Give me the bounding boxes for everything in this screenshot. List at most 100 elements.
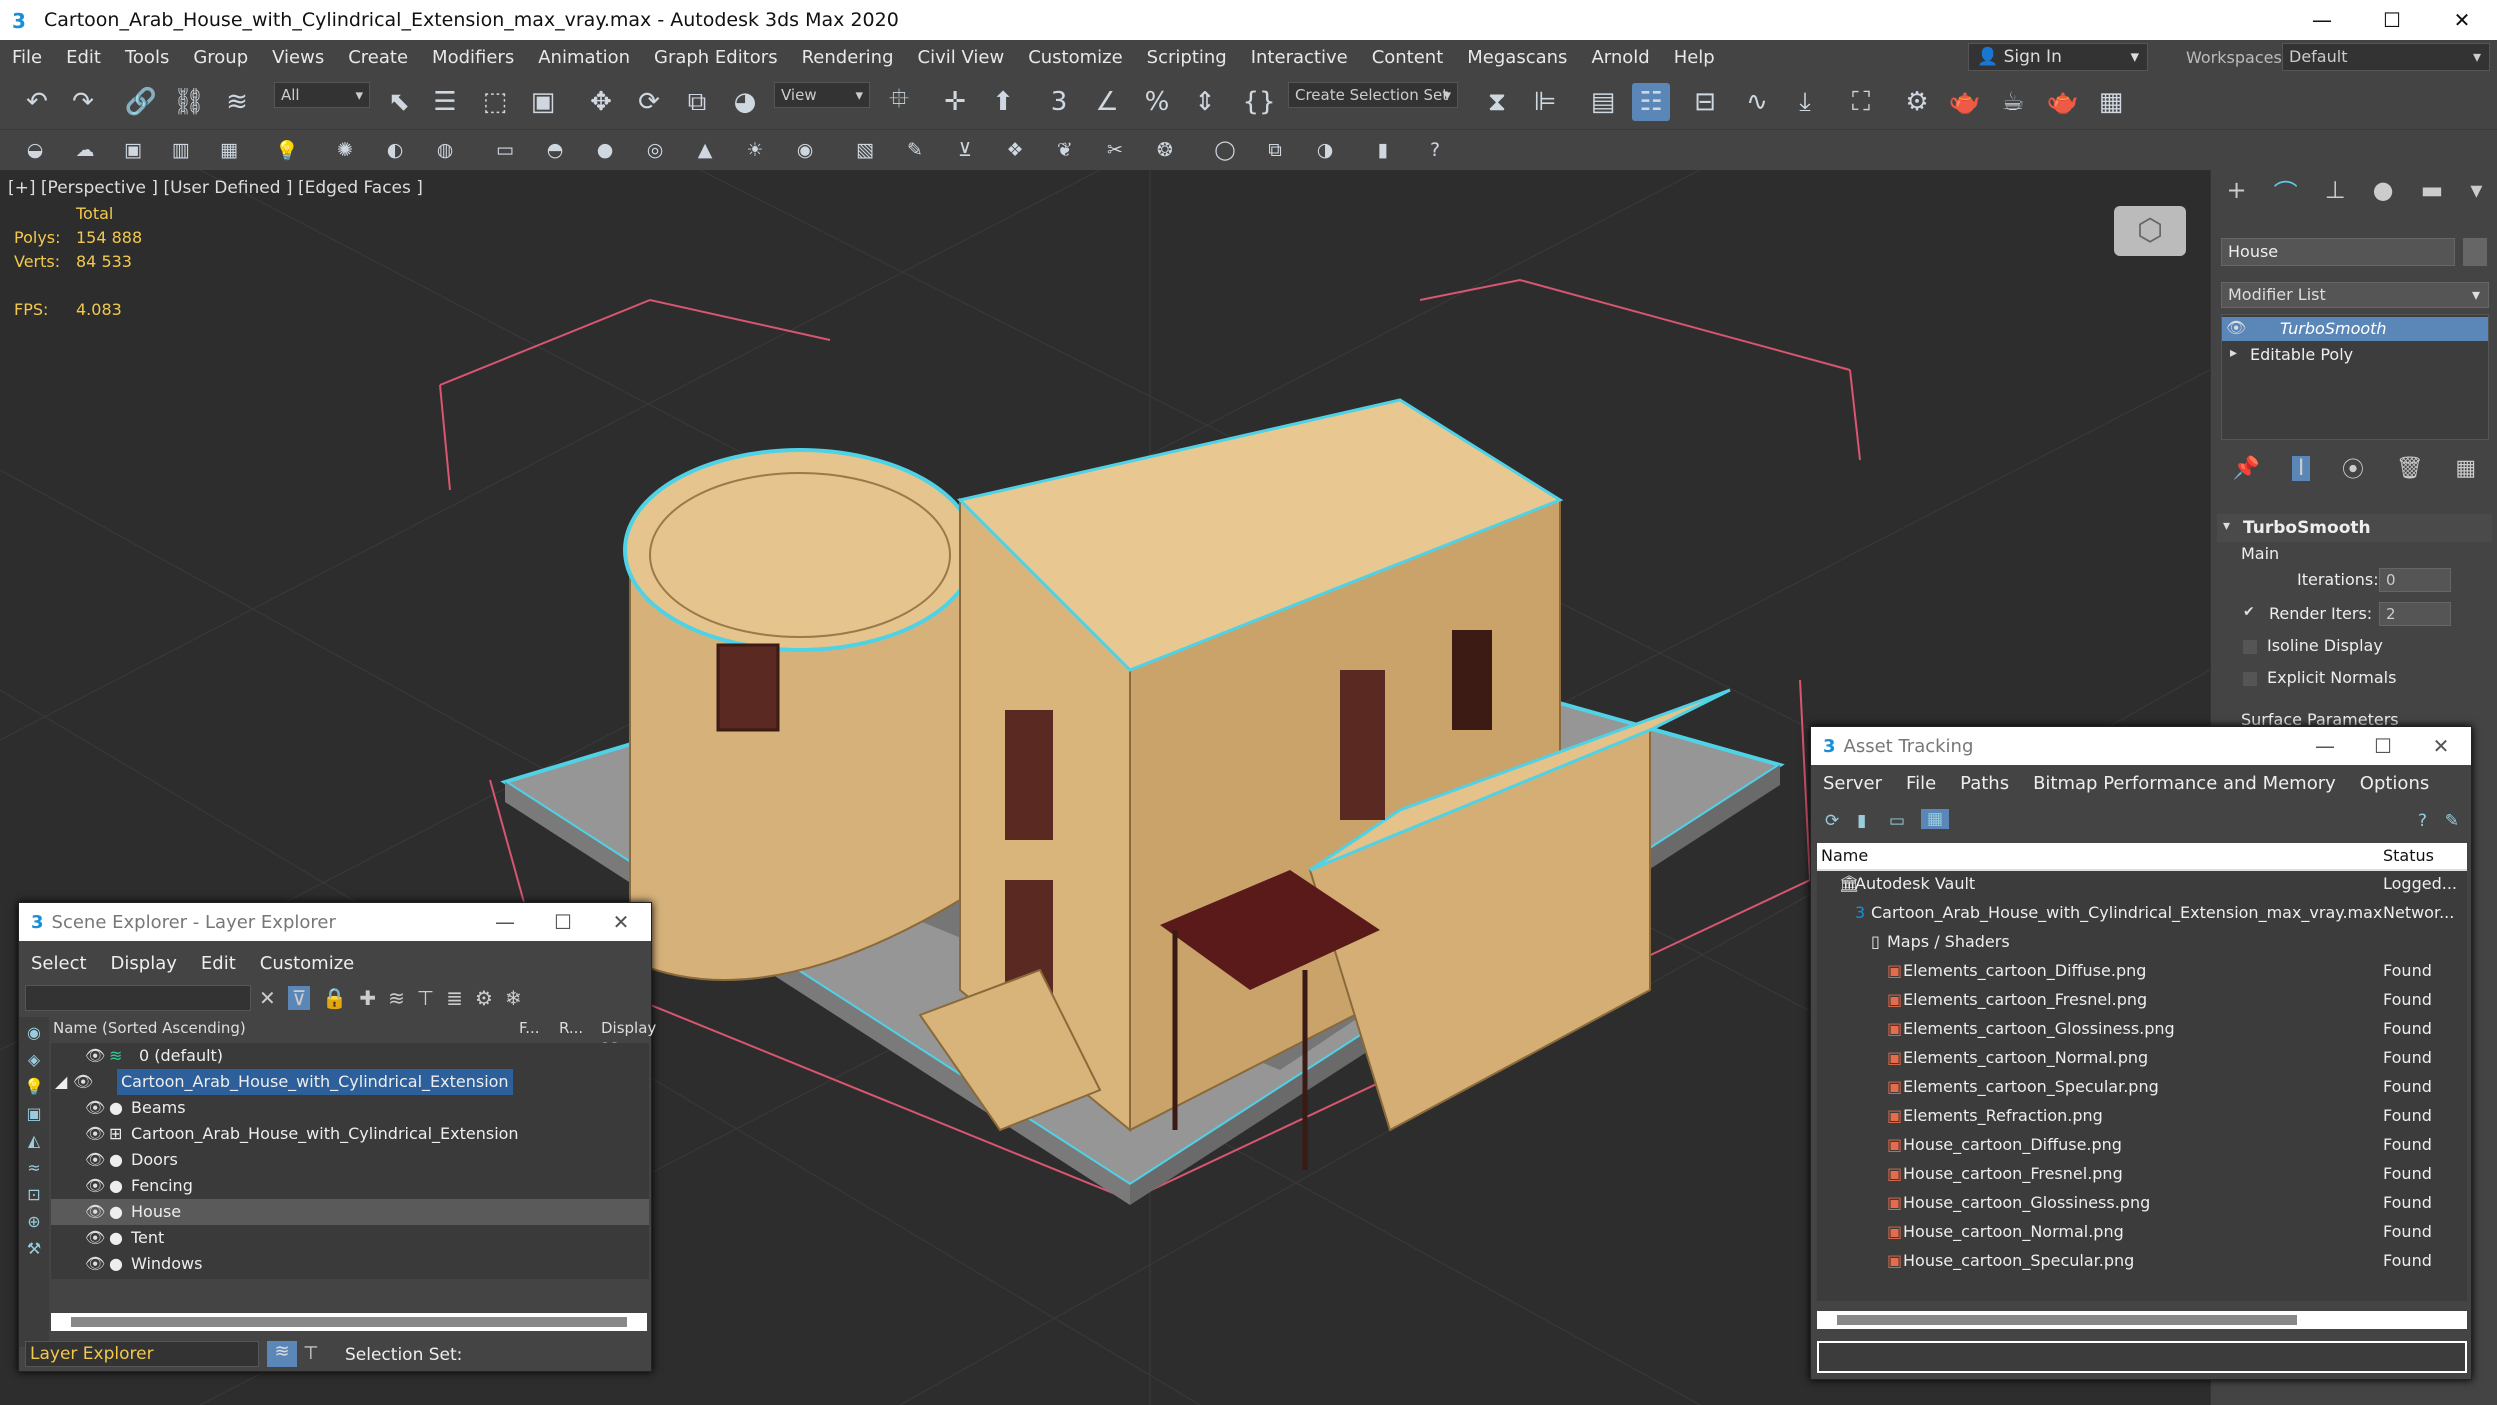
- close-button[interactable]: ✕: [2427, 0, 2497, 40]
- spinner-snap-icon[interactable]: ⇕: [1186, 83, 1224, 121]
- spacewarps-filter-icon[interactable]: ≈: [27, 1158, 40, 1177]
- remove-modifier-icon[interactable]: 🗑: [2396, 456, 2424, 481]
- eye-icon[interactable]: 👁: [85, 1043, 105, 1069]
- keyboard-shortcut-icon[interactable]: ⬆: [984, 83, 1022, 121]
- turbosmooth-rollout-header[interactable]: ▾ TurboSmooth: [2217, 514, 2492, 542]
- eye-icon[interactable]: 👁: [2226, 318, 2246, 337]
- expand-arrow-icon[interactable]: ▸: [2230, 345, 2237, 361]
- angle-snap-icon[interactable]: ∠: [1088, 83, 1126, 121]
- align-icon[interactable]: ⊫: [1526, 83, 1564, 121]
- sign-in-dropdown[interactable]: 👤 Sign In ▾: [1968, 43, 2148, 71]
- asset-row[interactable]: ▣ Elements_cartoon_Diffuse.png Found: [1817, 958, 2467, 984]
- toggle-ribbon-icon[interactable]: ⊟: [1686, 83, 1724, 121]
- horizontal-scrollbar[interactable]: [51, 1313, 647, 1331]
- display-tab-icon[interactable]: ▬: [2421, 176, 2444, 204]
- dimension-icon[interactable]: ⊻: [950, 135, 980, 165]
- asset-row[interactable]: ▣ Elements_cartoon_Fresnel.png Found: [1817, 987, 2467, 1013]
- lens-icon[interactable]: ✂: [1100, 135, 1130, 165]
- eye-icon[interactable]: 👁: [85, 1147, 105, 1173]
- eye-icon[interactable]: 👁: [85, 1095, 105, 1121]
- lights-filter-icon[interactable]: 💡: [24, 1077, 44, 1096]
- select-object-icon[interactable]: ⬉: [380, 83, 418, 121]
- menu-animation[interactable]: Animation: [526, 47, 642, 68]
- rect-selection-icon[interactable]: ⬚: [476, 83, 514, 121]
- asset-tracking-titlebar[interactable]: 3 Asset Tracking — ☐ ✕: [1811, 727, 2471, 765]
- asset-row[interactable]: ▣ Elements_cartoon_Normal.png Found: [1817, 1045, 2467, 1071]
- object-row-selected[interactable]: 👁 ● House: [51, 1199, 649, 1225]
- viewcube-icon[interactable]: ⬡: [2114, 206, 2186, 256]
- menu-customize[interactable]: Customize: [248, 953, 366, 974]
- render-setup-icon[interactable]: ⚙: [1898, 83, 1936, 121]
- create-tab-icon[interactable]: +: [2227, 176, 2247, 204]
- stack-icon[interactable]: ≣: [446, 986, 463, 1010]
- explorer-type-dropdown[interactable]: Layer Explorer: [25, 1341, 259, 1367]
- scene-explorer-titlebar[interactable]: 3 Scene Explorer - Layer Explorer — ☐ ✕: [19, 903, 651, 941]
- menu-tools[interactable]: Tools: [113, 47, 181, 68]
- toggle-layer-explorer-icon[interactable]: ☷: [1632, 83, 1670, 121]
- asset-row[interactable]: ▣ Elements_cartoon_Specular.png Found: [1817, 1074, 2467, 1100]
- object-row[interactable]: 👁 ⊞ Cartoon_Arab_House_with_Cylindrical_Ex…: [51, 1121, 649, 1147]
- iterations-spinner[interactable]: 0: [2379, 568, 2451, 592]
- cameras-filter-icon[interactable]: ▣: [26, 1104, 41, 1123]
- help-icon[interactable]: ?: [1420, 135, 1450, 165]
- select-manipulate-icon[interactable]: ✛: [936, 83, 974, 121]
- list-view-icon[interactable]: ▮: [1857, 811, 1866, 831]
- asset-row[interactable]: ▣ Elements_cartoon_Glossiness.png Found: [1817, 1016, 2467, 1042]
- menu-civil-view[interactable]: Civil View: [906, 47, 1017, 68]
- column-renderable[interactable]: R...: [559, 1019, 583, 1037]
- help-icon[interactable]: ?: [2418, 811, 2427, 831]
- eye-icon[interactable]: 👁: [73, 1069, 93, 1095]
- minimize-button[interactable]: —: [2295, 727, 2355, 765]
- place-icon[interactable]: ◕: [726, 83, 764, 121]
- hierarchy-toggle-icon[interactable]: ⊤: [303, 1343, 319, 1364]
- eye-icon[interactable]: 👁: [85, 1121, 105, 1147]
- add-layer-icon[interactable]: ✚: [359, 986, 376, 1010]
- column-frozen[interactable]: F...: [519, 1019, 540, 1037]
- cone-icon[interactable]: ▲: [690, 135, 720, 165]
- groups-filter-icon[interactable]: ⊡: [27, 1185, 40, 1204]
- object-row[interactable]: 👁 ● Beams: [51, 1095, 649, 1121]
- explicit-normals-checkbox[interactable]: [2243, 672, 2257, 686]
- plane-icon[interactable]: ▭: [490, 135, 520, 165]
- menu-edit[interactable]: Edit: [189, 953, 248, 974]
- eye-icon[interactable]: 👁: [85, 1199, 105, 1225]
- freeze-icon[interactable]: ❄: [505, 986, 522, 1010]
- menu-megascans[interactable]: Megascans: [1455, 47, 1579, 68]
- select-by-name-icon[interactable]: ☰: [426, 83, 464, 121]
- cylinder-icon[interactable]: ▥: [166, 135, 196, 165]
- show-end-result-icon[interactable]: Ⅰ: [2291, 455, 2311, 481]
- object-row[interactable]: 👁 ● Doors: [51, 1147, 649, 1173]
- layer-row[interactable]: ◢ 👁 Cartoon_Arab_House_with_Cylindrical_Ex…: [51, 1069, 649, 1095]
- reference-coordinate-dropdown[interactable]: View ▾: [774, 82, 870, 108]
- filter-icon[interactable]: ⊽: [287, 986, 311, 1010]
- object-row[interactable]: 👁 ● Fencing: [51, 1173, 649, 1199]
- box-icon[interactable]: ▣: [118, 135, 148, 165]
- material-editor-icon[interactable]: ⛶: [1842, 83, 1880, 121]
- sphere-icon[interactable]: ◒: [20, 135, 50, 165]
- sun-icon[interactable]: ☀: [740, 135, 770, 165]
- asset-row[interactable]: 3 Cartoon_Arab_House_with_Cylindrical_Ext…: [1817, 900, 2467, 926]
- layers-toggle-icon[interactable]: ≋: [267, 1341, 297, 1367]
- menu-file[interactable]: File: [1894, 773, 1948, 794]
- rotate-icon[interactable]: ⟳: [630, 83, 668, 121]
- asset-row[interactable]: ▣ House_cartoon_Glossiness.png Found: [1817, 1190, 2467, 1216]
- maximize-button[interactable]: ☐: [533, 903, 593, 941]
- menu-create[interactable]: Create: [336, 47, 420, 68]
- menu-content[interactable]: Content: [1360, 47, 1456, 68]
- modifier-list-dropdown[interactable]: Modifier List ▾: [2221, 282, 2489, 308]
- dome-icon[interactable]: ◓: [540, 135, 570, 165]
- redo-icon[interactable]: ↷: [64, 83, 102, 121]
- scale-icon[interactable]: ⧉: [678, 83, 716, 121]
- maximize-button[interactable]: ☐: [2357, 0, 2427, 40]
- bind-spacewarp-icon[interactable]: ≋: [218, 83, 256, 121]
- object-row[interactable]: 👁 ● Tent: [51, 1225, 649, 1251]
- light-bulb-icon[interactable]: ◉: [790, 135, 820, 165]
- menu-options[interactable]: Options: [2348, 773, 2441, 794]
- named-selection-dropdown[interactable]: Create Selection Set ▾: [1288, 82, 1458, 108]
- window-crossing-icon[interactable]: ▣: [524, 83, 562, 121]
- xrefs-filter-icon[interactable]: ⊕: [27, 1212, 40, 1231]
- menu-paths[interactable]: Paths: [1948, 773, 2021, 794]
- motion-tab-icon[interactable]: ●: [2373, 176, 2394, 204]
- thumbnail-icon[interactable]: ▭: [1889, 811, 1905, 831]
- menu-arnold[interactable]: Arnold: [1579, 47, 1661, 68]
